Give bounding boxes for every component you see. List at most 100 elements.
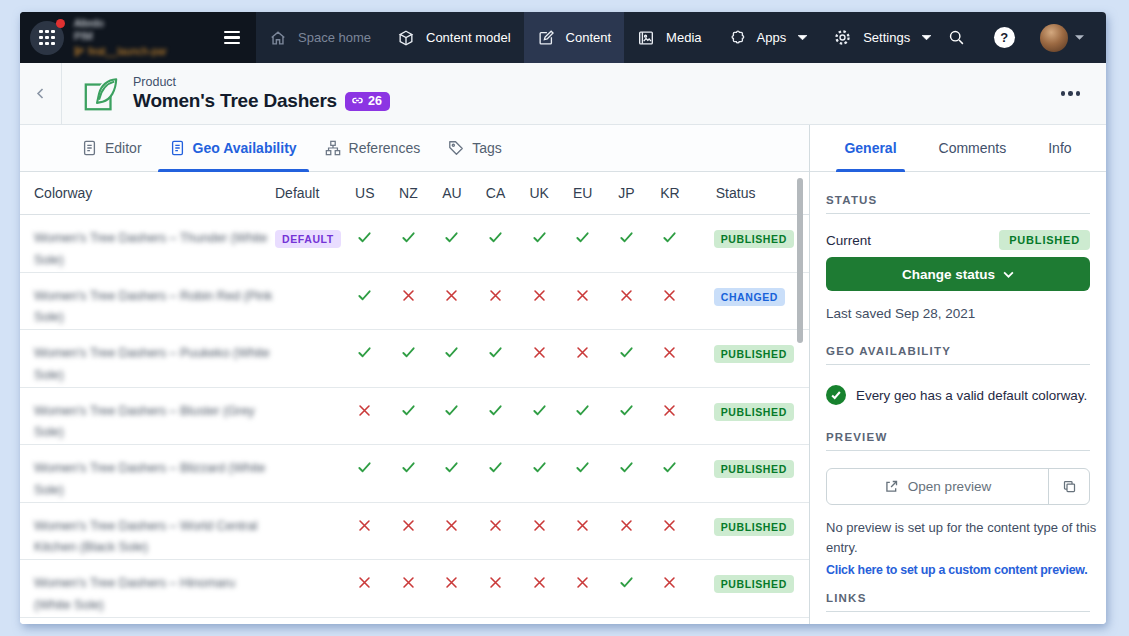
cross-icon-us[interactable]	[343, 388, 387, 445]
cross-icon-eu[interactable]	[561, 560, 605, 617]
check-icon-au[interactable]	[430, 388, 474, 445]
cross-icon-kr[interactable]	[648, 273, 692, 330]
cross-icon-jp[interactable]	[605, 503, 649, 560]
check-icon-kr[interactable]	[648, 445, 692, 502]
org-space: PIM	[74, 30, 167, 44]
nav-apps[interactable]: Apps	[715, 12, 821, 63]
check-icon-nz[interactable]	[387, 215, 431, 272]
cross-icon-au[interactable]	[430, 560, 474, 617]
nav-media[interactable]: Media	[624, 12, 714, 63]
tab-editor[interactable]: Editor	[68, 125, 156, 171]
tab-geo-availability[interactable]: Geo Availability	[156, 125, 311, 171]
cross-icon-kr[interactable]	[648, 388, 692, 445]
cross-icon-jp[interactable]	[605, 273, 649, 330]
help-button[interactable]: ?	[992, 19, 1016, 57]
check-icon-us[interactable]	[343, 330, 387, 387]
cross-icon-us[interactable]	[343, 560, 387, 617]
chevron-down-icon	[798, 35, 807, 41]
check-icon-jp[interactable]	[605, 215, 649, 272]
cross-icon-kr[interactable]	[648, 330, 692, 387]
tab-references[interactable]: References	[311, 125, 435, 171]
check-icon-ca[interactable]	[474, 330, 518, 387]
back-button[interactable]	[20, 63, 62, 124]
check-icon-jp[interactable]	[605, 445, 649, 502]
preview-setup-link[interactable]: Click here to set up a custom content pr…	[826, 563, 1090, 577]
tab-general[interactable]: General	[844, 125, 896, 171]
change-status-button[interactable]: Change status	[826, 257, 1090, 291]
check-icon-us[interactable]	[343, 445, 387, 502]
colorway-row[interactable]: Women's Tree Dashers – Thunder (White So…	[20, 215, 809, 273]
cross-icon-ca[interactable]	[474, 273, 518, 330]
colorway-row[interactable]: Women's Tree Dashers – World Central Kit…	[20, 503, 809, 561]
colorway-row[interactable]: Women's Tree Dashers – Puukeko (White So…	[20, 330, 809, 388]
references-icon	[325, 140, 341, 156]
check-icon-uk[interactable]	[517, 388, 561, 445]
check-icon-us[interactable]	[343, 273, 387, 330]
cross-icon-nz[interactable]	[387, 560, 431, 617]
last-saved: Last saved Sep 28, 2021	[826, 306, 1090, 321]
col-nz: NZ	[387, 185, 431, 201]
check-icon-eu[interactable]	[561, 215, 605, 272]
cross-icon-nz[interactable]	[387, 273, 431, 330]
check-icon-nz[interactable]	[387, 445, 431, 502]
cross-icon-eu[interactable]	[561, 503, 605, 560]
cross-icon-eu[interactable]	[561, 330, 605, 387]
cross-icon-uk[interactable]	[517, 503, 561, 560]
cross-icon-ca[interactable]	[474, 560, 518, 617]
row-status-badge: PUBLISHED	[714, 345, 794, 363]
tab-comments[interactable]: Comments	[939, 125, 1007, 171]
check-icon-uk[interactable]	[517, 215, 561, 272]
cross-icon-kr[interactable]	[648, 503, 692, 560]
account-menu[interactable]	[1040, 24, 1084, 52]
links-count-badge[interactable]: 26	[345, 92, 390, 111]
check-icon-nz[interactable]	[387, 330, 431, 387]
nav-space-home[interactable]: Space home	[256, 12, 384, 63]
copy-preview-link-button[interactable]	[1048, 469, 1089, 504]
cross-icon-kr[interactable]	[648, 560, 692, 617]
check-icon-eu[interactable]	[561, 388, 605, 445]
cross-icon-eu[interactable]	[561, 273, 605, 330]
tab-tags[interactable]: Tags	[434, 125, 516, 171]
cross-icon-uk[interactable]	[517, 560, 561, 617]
row-status-badge: PUBLISHED	[714, 518, 794, 536]
check-icon-uk[interactable]	[517, 445, 561, 502]
cross-icon-uk[interactable]	[517, 273, 561, 330]
table-scrollbar[interactable]	[797, 178, 803, 343]
check-icon-kr[interactable]	[648, 215, 692, 272]
cross-icon-au[interactable]	[430, 273, 474, 330]
help-icon: ?	[994, 27, 1015, 48]
tab-info[interactable]: Info	[1048, 125, 1071, 171]
app-launcher-icon[interactable]	[30, 21, 64, 55]
col-uk: UK	[517, 185, 561, 201]
search-button[interactable]	[944, 19, 968, 57]
nav-content-model[interactable]: Content model	[384, 12, 524, 63]
colorway-row[interactable]: Women's Tree Dashers – Blizzard (White S…	[20, 445, 809, 503]
org-block[interactable]: Altedo PIM feat__launch-par	[20, 12, 256, 63]
colorway-row[interactable]: Women's Tree Dashers – Bluster (Grey Sol…	[20, 388, 809, 446]
colorway-row[interactable]: Women's Tree Dashers – Hinomaru (White S…	[20, 560, 809, 618]
check-icon-us[interactable]	[343, 215, 387, 272]
cross-icon-au[interactable]	[430, 503, 474, 560]
nav-settings[interactable]: Settings	[820, 12, 944, 63]
check-icon-ca[interactable]	[474, 215, 518, 272]
open-preview-button[interactable]: Open preview	[827, 469, 1048, 504]
check-icon-jp[interactable]	[605, 560, 649, 617]
hamburger-menu[interactable]	[224, 31, 240, 44]
check-icon-ca[interactable]	[474, 388, 518, 445]
check-icon-ca[interactable]	[474, 445, 518, 502]
cross-icon-us[interactable]	[343, 503, 387, 560]
check-icon-nz[interactable]	[387, 388, 431, 445]
check-icon-jp[interactable]	[605, 388, 649, 445]
check-icon-au[interactable]	[430, 330, 474, 387]
colorway-row[interactable]: Women's Tree Dashers – Robin Red (Pink S…	[20, 273, 809, 331]
cross-icon-uk[interactable]	[517, 330, 561, 387]
nav-content[interactable]: Content	[524, 12, 625, 63]
check-icon-jp[interactable]	[605, 330, 649, 387]
entry-actions-menu[interactable]	[1061, 91, 1081, 96]
cross-icon-ca[interactable]	[474, 503, 518, 560]
cross-icon-nz[interactable]	[387, 503, 431, 560]
check-icon-eu[interactable]	[561, 445, 605, 502]
check-icon-au[interactable]	[430, 215, 474, 272]
check-icon-au[interactable]	[430, 445, 474, 502]
row-status-badge: CHANGED	[714, 288, 785, 306]
